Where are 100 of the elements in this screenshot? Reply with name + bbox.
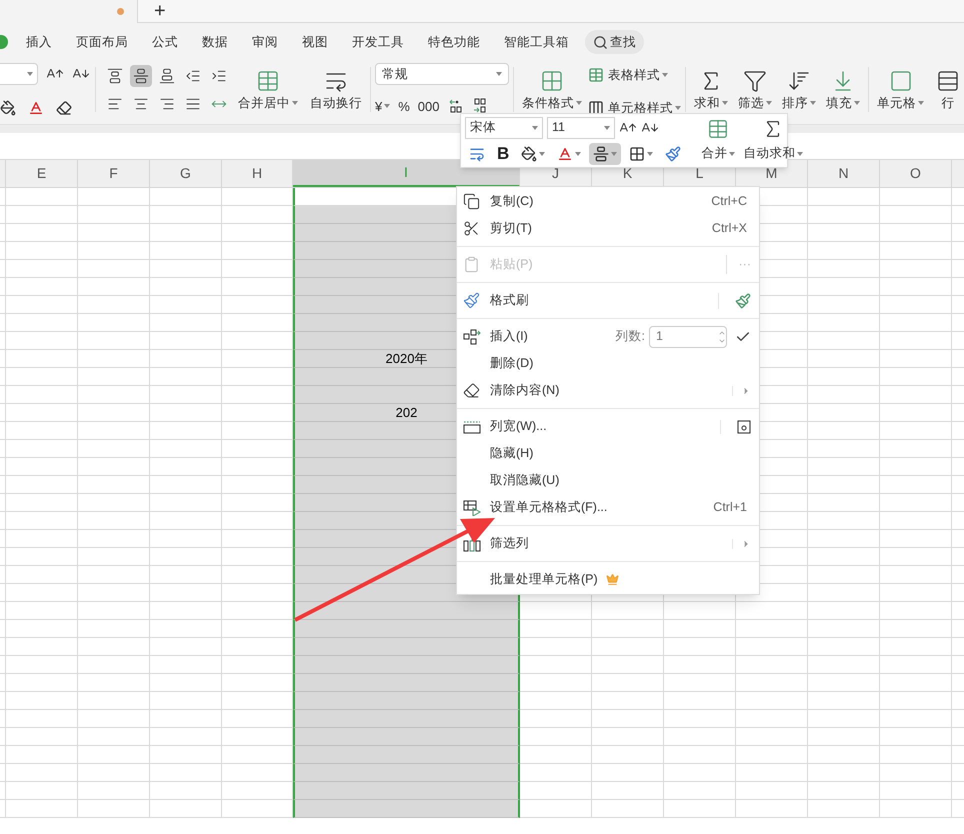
table-cell [808,746,880,764]
font-color-icon[interactable] [28,100,44,116]
number-format-button[interactable]: % [398,96,410,116]
table-cell [150,530,222,548]
font-size-field[interactable]: 11 [547,116,615,138]
column-header[interactable]: O [880,160,952,187]
table-cell [6,530,78,548]
table-cell [222,602,293,620]
menu-tab[interactable]: 视图 [302,32,328,52]
table-cell [150,548,222,566]
table-cell [880,746,952,764]
table-cell [150,782,222,800]
column-header[interactable]: N [808,160,880,187]
menu-tab[interactable]: 特色功能 [428,32,480,52]
menu-item[interactable]: 设置单元格格式(F)... Ctrl+1 [457,494,759,521]
table-cell [736,746,808,764]
new-tab-button[interactable]: + [154,1,166,21]
table-cell [664,728,736,746]
table-cell [592,602,664,620]
table-cell [6,224,78,242]
table-cell [880,476,952,494]
table-cell [222,296,293,314]
eraser-icon[interactable] [56,100,72,116]
table-cell [150,260,222,278]
menu-tab[interactable]: 公式 [152,32,178,52]
number-format-button[interactable]: ¥ [375,96,390,116]
fill-color-icon[interactable] [0,100,16,116]
menu-item[interactable]: 插入(I) 列数: 1 [457,323,759,350]
table-cell [78,224,150,242]
table-cell [592,728,664,746]
ribbon-button[interactable]: 求和 [690,68,732,110]
ribbon-button[interactable]: 自动换行 [306,68,366,110]
menu-item[interactable]: 格式刷 [457,287,759,314]
ribbon-button[interactable]: 条件格式 [518,68,586,110]
toolbar-button[interactable]: 合并 [701,118,736,163]
ribbon-button[interactable]: 单元格 [873,68,928,110]
table-cell [222,206,293,224]
table-cell [736,638,808,656]
ribbon-button[interactable]: 合并居中 [234,68,302,110]
menu-tab[interactable]: 智能工具箱 [504,32,569,52]
table-cell [78,692,150,710]
table-cell [150,296,222,314]
cell-icon [888,68,912,92]
table-cell [6,800,78,818]
table-cell [808,566,880,584]
ribbon-button[interactable]: 行 [932,68,964,110]
menu-tab[interactable]: 开发工具 [352,32,404,52]
table-cell [6,314,78,332]
table-cell [880,566,952,584]
menu-tab[interactable]: 数据 [202,32,228,52]
table-cell [222,260,293,278]
column-header[interactable]: E [6,160,78,187]
table-cell [150,512,222,530]
align-button[interactable] [130,64,152,86]
decimal-decrease-icon[interactable] [472,98,488,114]
column-header[interactable]: F [78,160,150,187]
menu-item[interactable]: 取消隐藏(U) [457,467,759,494]
table-cell [78,386,150,404]
font-name-field[interactable] [0,63,38,85]
table-cell [664,746,736,764]
align-bottom-icon [159,68,175,84]
toolbar-button[interactable] [589,142,622,164]
count-field[interactable]: 1 [649,326,727,348]
decimal-increase-icon[interactable] [448,98,464,114]
table-cell [6,386,78,404]
ribbon-button[interactable]: 筛选 [734,68,776,110]
ribbon-button[interactable]: 填充 [822,68,864,110]
menu-tab[interactable]: 插入 [26,32,52,52]
table-cell [150,800,222,818]
ribbon-button[interactable]: 表格样式 [588,67,681,83]
column-header[interactable]: G [150,160,222,187]
search-button[interactable]: 查找 [585,30,644,54]
table-cell [222,458,293,476]
ribbon-button[interactable]: 排序 [778,68,820,110]
table-cell [520,728,592,746]
toolbar-button[interactable]: 自动求和 [743,118,804,163]
table-cell [150,224,222,242]
font-name-field[interactable]: 宋体 [465,116,543,138]
table-cell [664,692,736,710]
menu-item[interactable]: 隐藏(H) [457,440,759,467]
number-format-button[interactable]: 000 [418,96,440,116]
table-cell [6,674,78,692]
table-cell [150,206,222,224]
table-cell [808,224,880,242]
table-cell [78,638,150,656]
table-cell [6,566,78,584]
menu-item[interactable]: 清除内容(N) [457,377,759,404]
table-cell [808,314,880,332]
menu-item[interactable]: 剪切(T) Ctrl+X [457,215,759,242]
number-format-field[interactable]: 常规 [375,63,509,85]
table-cell [78,404,150,422]
table-cell [880,422,952,440]
table-cell [78,278,150,296]
menu-tab[interactable]: 审阅 [252,32,278,52]
menu-tab[interactable]: 页面布局 [76,32,128,52]
menu-item[interactable]: 复制(C) Ctrl+C [457,188,759,215]
table-cell [222,656,293,674]
menu-item[interactable]: 批量处理单元格(P) [457,566,759,593]
table-cell [78,728,150,746]
text-box-icon [737,420,751,434]
